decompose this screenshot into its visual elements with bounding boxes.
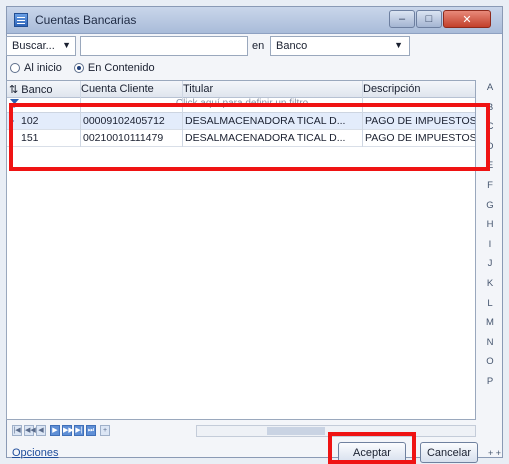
alpha-letter[interactable]: D [483,141,497,161]
search-field-select[interactable]: Banco ▼ [270,36,410,56]
search-input[interactable] [80,36,248,56]
cell-cuenta: 00009102405712 [83,115,165,127]
accounts-grid: ⇅ Banco Cuenta Cliente Titular Descripci… [6,80,476,420]
append-record-icon[interactable]: + [100,425,110,436]
alpha-letter[interactable]: M [483,317,497,337]
alpha-letter[interactable]: F [483,180,497,200]
column-header-descripcion[interactable]: Descripción [363,83,475,95]
alpha-letter[interactable]: L [483,298,497,318]
alpha-letter[interactable]: B [483,102,497,122]
column-divider [362,81,363,147]
next-page-icon[interactable]: ▶▶ [62,425,74,436]
alpha-letter[interactable]: N [483,337,497,357]
radio-label: En Contenido [87,62,155,74]
column-divider [80,81,81,147]
table-row[interactable]: 102 00009102405712 DESALMACENADORA TICAL… [7,113,476,130]
options-link[interactable]: Opciones [12,447,58,459]
scrollbar-thumb[interactable] [267,427,325,435]
alpha-letter[interactable]: J [483,258,497,278]
search-options: Al inicio En Contenido [10,62,155,74]
column-header-banco[interactable]: ⇅ Banco [9,83,79,96]
search-toolbar: Buscar... ▼ en Banco ▼ [6,36,410,56]
radio-al-inicio[interactable]: Al inicio [10,62,62,74]
chevron-down-icon: ▼ [394,40,403,50]
minimize-button[interactable]: – [389,10,415,28]
title-bar[interactable]: Cuentas Bancarias – □ ✕ [7,7,502,34]
maximize-button[interactable]: □ [416,10,442,28]
radio-en-contenido[interactable]: En Contenido [73,62,155,74]
alpha-letter[interactable]: A [483,82,497,102]
filter-hint: Click aquí para definir un filtro [175,98,309,109]
search-field-value: Banco [276,40,308,52]
alpha-letter[interactable]: G [483,200,497,220]
alpha-letter[interactable]: K [483,278,497,298]
column-header-titular[interactable]: Titular [183,83,361,95]
close-button[interactable]: ✕ [443,10,491,28]
cell-descripcion: PAGO DE IMPUESTOS [365,132,476,144]
search-mode-label: Buscar... [12,40,55,52]
more-indicator: + + [488,448,502,458]
cell-descripcion: PAGO DE IMPUESTOS [365,115,476,127]
alpha-letter[interactable]: P [483,376,497,396]
en-label: en [252,40,265,52]
alpha-letter[interactable]: O [483,356,497,376]
alpha-letter[interactable]: E [483,160,497,180]
alpha-letter[interactable]: C [483,121,497,141]
cell-titular: DESALMACENADORA TICAL D... [185,115,346,127]
sort-icon: ⇅ [9,84,19,96]
column-header-cuenta[interactable]: Cuenta Cliente [81,83,181,95]
prev-page-icon[interactable]: ◀◀ [24,425,36,436]
radio-unchecked-icon [10,63,20,73]
cell-banco: 151 [21,132,39,144]
alpha-letter[interactable]: I [483,239,497,259]
column-label: Banco [21,84,53,96]
cell-cuenta: 00210010111479 [83,132,164,144]
alpha-letter[interactable]: H [483,219,497,239]
filter-row[interactable]: Click aquí para definir un filtro [7,97,475,113]
last-page-icon[interactable]: ⏭ [86,425,96,436]
grid-header: ⇅ Banco Cuenta Cliente Titular Descripci… [7,81,475,98]
grid-navigator: |◀ ◀◀ ◀ ▶ ▶▶ ▶| ⏭ + [6,424,476,438]
column-divider [182,81,183,147]
last-record-icon[interactable]: ▶| [74,425,84,436]
radio-checked-icon [73,63,84,73]
row-pointer-icon [9,117,14,125]
first-record-icon[interactable]: |◀ [12,425,22,436]
cancel-button[interactable]: Cancelar [420,442,478,463]
cell-titular: DESALMACENADORA TICAL D... [185,132,346,144]
search-mode-dropdown[interactable]: Buscar... ▼ [6,36,76,56]
radio-label: Al inicio [24,62,62,74]
horizontal-scrollbar[interactable] [196,425,476,437]
cell-banco: 102 [21,115,39,127]
prev-record-icon[interactable]: ◀ [36,425,46,436]
chevron-down-icon: ▼ [62,40,71,50]
accept-button[interactable]: Aceptar [338,442,406,463]
window-title: Cuentas Bancarias [35,13,137,27]
next-record-icon[interactable]: ▶ [50,425,60,436]
table-icon [14,13,28,27]
alphabet-index: A B C D E F G H I J K L M N O P [483,82,497,396]
table-row[interactable]: 151 00210010111479 DESALMACENADORA TICAL… [7,130,476,147]
